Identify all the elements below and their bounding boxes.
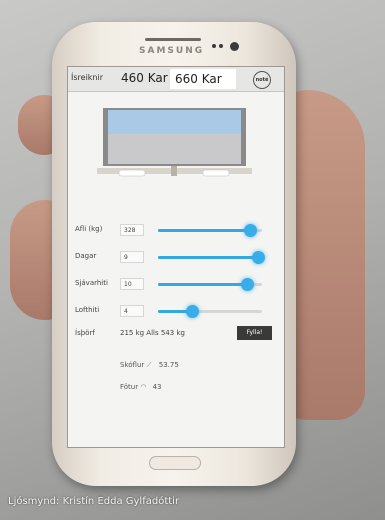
app-title: Ísreiknir (71, 73, 103, 82)
sensor (219, 44, 223, 48)
screen: Ísreiknir 460 Kar 660 Kar noté Afli (kg)… (67, 66, 285, 448)
fotur-value: 43 (152, 383, 162, 391)
tub-water (108, 110, 241, 134)
photo-caption: Ljósmynd: Kristín Edda Gylfadóttir (8, 496, 180, 507)
tub-foot (202, 169, 230, 177)
sensor (212, 44, 216, 48)
dagar-slider-fill (158, 256, 258, 259)
lofthiti-slider[interactable] (158, 305, 262, 318)
dagar-slider[interactable] (158, 251, 265, 264)
brand-logo: SAMSUNG (139, 46, 205, 56)
logo-icon: noté (253, 71, 271, 89)
front-camera (230, 42, 239, 51)
fill-button[interactable]: Fylla! (237, 326, 272, 340)
sjavarhiti-slider-thumb[interactable] (241, 278, 255, 291)
sjavarhiti-slider[interactable] (158, 278, 262, 291)
skoflur-stat: Skóflur ⟋ 53.75 (120, 361, 179, 370)
app-header: Ísreiknir 460 Kar 660 Kar noté (68, 67, 284, 92)
option-460[interactable]: 460 Kar (121, 71, 168, 85)
lofthiti-input[interactable]: 4 (120, 305, 144, 317)
row-lofthiti: Lofthiti 4 (68, 302, 284, 322)
fotur-stat: Fötur ◠ 43 (120, 383, 162, 391)
lofthiti-slider-thumb[interactable] (186, 305, 200, 318)
tub-illustration (97, 108, 252, 177)
dagar-input[interactable]: 9 (120, 251, 144, 263)
option-660[interactable]: 660 Kar (170, 69, 236, 89)
row-afli: Afli (kg) 328 (68, 221, 284, 241)
dagar-label: Dagar (75, 252, 97, 260)
isthorf-label: Ísþörf (75, 329, 95, 337)
dagar-slider-thumb[interactable] (251, 251, 265, 264)
sjavarhiti-input[interactable]: 10 (120, 278, 144, 290)
earpiece (145, 38, 201, 41)
row-sjavarhiti: Sjávarhiti 10 (68, 275, 284, 295)
afli-input[interactable]: 328 (120, 224, 144, 236)
skoflur-label: Skóflur (120, 361, 145, 369)
isthorf-result: 215 kg Alls 543 kg (120, 329, 185, 337)
home-button[interactable] (149, 456, 201, 470)
row-dagar: Dagar 9 (68, 248, 284, 268)
afli-slider-fill (158, 229, 250, 232)
tub-foot (118, 169, 146, 177)
skoflur-value: 53.75 (158, 361, 179, 369)
shovel-icon: ⟋ (146, 361, 152, 369)
bucket-icon: ◠ (140, 383, 147, 391)
afli-slider-thumb[interactable] (243, 224, 257, 237)
tub-ice (108, 134, 241, 164)
fotur-label: Fötur (120, 383, 139, 391)
tub-strut (171, 166, 177, 176)
sjavarhiti-label: Sjávarhiti (75, 279, 108, 287)
sjavarhiti-slider-fill (158, 283, 248, 286)
phone: SAMSUNG Ísreiknir 460 Kar 660 Kar noté A… (52, 22, 296, 486)
afli-slider[interactable] (158, 224, 262, 237)
lofthiti-label: Lofthiti (75, 306, 100, 314)
afli-label: Afli (kg) (75, 225, 103, 233)
